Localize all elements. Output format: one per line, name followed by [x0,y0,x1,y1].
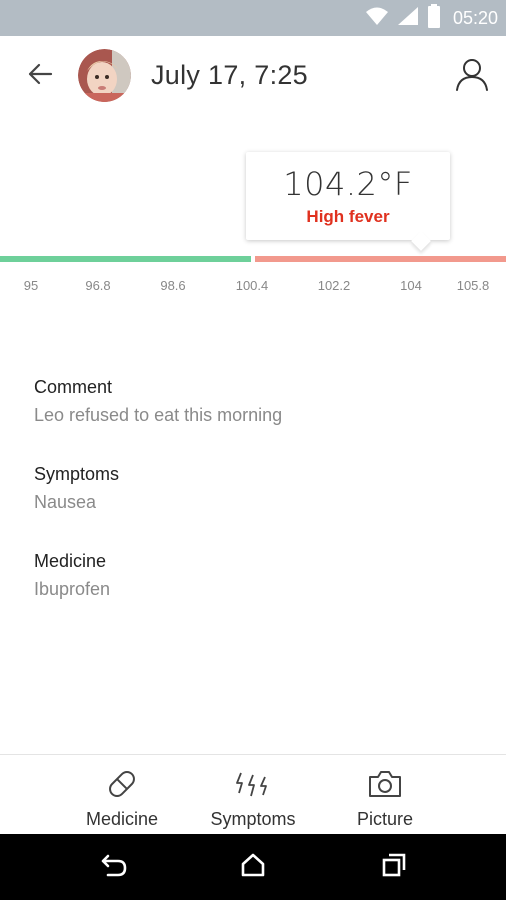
add-medicine-button[interactable]: Medicine [72,755,172,835]
avatar[interactable] [78,49,131,102]
temperature-value: 104.2°F [283,165,413,203]
nav-home-icon [239,852,267,883]
scale-tick: 104 [400,278,422,293]
comment-value: Leo refused to eat this morning [34,405,283,425]
normal-range-bar [0,256,251,262]
camera-icon [367,765,403,803]
medicine-section[interactable]: Medicine Ibuprofen [34,551,110,600]
symptoms-label: Symptoms [34,464,120,484]
medicine-label: Medicine [34,551,107,571]
fever-range-bar [255,256,506,262]
medicine-value: Ibuprofen [34,579,111,599]
pill-icon [104,765,140,803]
battery-icon [427,3,441,33]
comment-label: Comment [34,377,113,397]
profile-button[interactable] [452,56,492,96]
symptoms-action-label: Symptoms [210,809,296,829]
temperature-tooltip: 104.2°F High fever [246,152,450,251]
nav-back-icon [100,852,128,883]
app-bar: July 17, 7:25 [0,36,506,116]
add-picture-button[interactable]: Picture [340,755,430,835]
person-outline-icon [454,56,490,97]
scale-tick: 96.8 [85,278,111,293]
scale-tick: 102.2 [317,278,351,293]
page-title: July 17, 7:25 [151,60,309,90]
comment-section[interactable]: Comment Leo refused to eat this morning [34,377,282,426]
status-icons: 05:20 [365,0,498,36]
scale-tick: 105.8 [456,278,490,293]
scale-tick: 95 [23,278,39,293]
picture-action-label: Picture [356,809,414,829]
fever-status: High fever [306,207,390,226]
system-nav-bar [0,834,506,900]
nav-back-button[interactable] [99,852,129,882]
symptoms-section[interactable]: Symptoms Nausea [34,464,119,513]
medicine-action-label: Medicine [85,809,159,829]
lightning-icon [233,765,273,803]
scale-tick: 98.6 [160,278,186,293]
scale-tick: 100.4 [235,278,269,293]
tooltip-arrow [411,231,431,251]
signal-icon [397,6,419,31]
status-bar: 05:20 [0,0,506,36]
wifi-icon [365,6,389,31]
add-symptoms-button[interactable]: Symptoms [198,755,308,835]
symptoms-value: Nausea [34,492,97,512]
arrow-left-icon [27,62,53,91]
nav-recents-icon [381,852,407,883]
bottom-action-bar: Medicine Symptoms Picture [0,754,506,834]
nav-home-button[interactable] [238,852,268,882]
back-button[interactable] [20,58,60,94]
nav-recents-button[interactable] [379,852,409,882]
status-time: 05:20 [452,7,498,28]
